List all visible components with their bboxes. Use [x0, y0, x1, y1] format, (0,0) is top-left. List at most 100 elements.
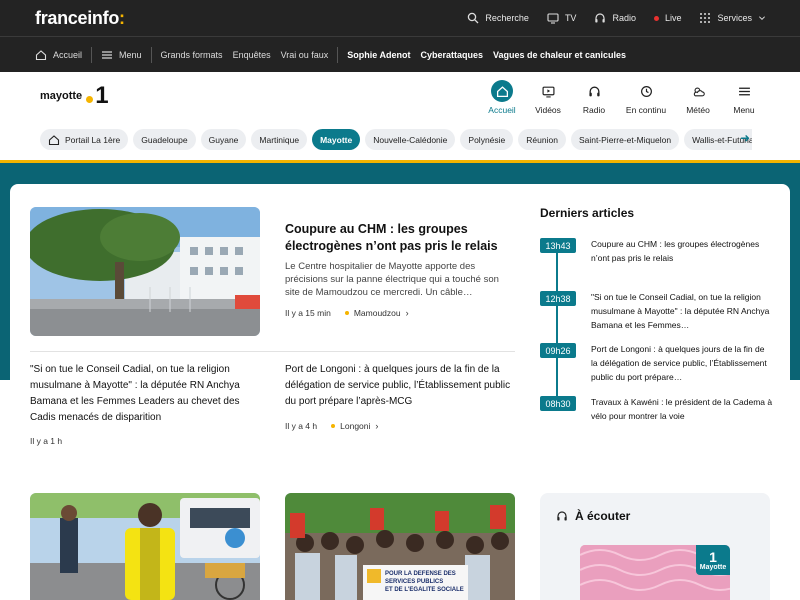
- services-button[interactable]: Services: [699, 12, 766, 24]
- header-nav-label: Accueil: [488, 105, 516, 115]
- article-image-protest[interactable]: POUR LA DEFENSE DES SERVICES PUBLICS ET …: [285, 493, 515, 600]
- mayotte-la-1ere-logo[interactable]: mayotte 1: [40, 84, 109, 108]
- radio-button[interactable]: Radio: [594, 12, 636, 24]
- header-nav-label: Météo: [686, 105, 710, 115]
- region-chips: Portail La 1ère Guadeloupe Guyane Martin…: [40, 129, 752, 151]
- header-nav-accueil[interactable]: Accueil: [486, 80, 518, 115]
- live-dot-icon: [653, 15, 659, 21]
- top-bar: franceinfo: Recherche TV Radio Live Serv…: [0, 0, 800, 36]
- hamburger-icon: [738, 87, 750, 95]
- region-label: Mayotte: [320, 134, 353, 145]
- nav-divider: [91, 46, 93, 63]
- nav-menu-label: Menu: [119, 49, 142, 60]
- region-chip-polynesie[interactable]: Polynésie: [460, 129, 514, 150]
- hamburger-icon: [102, 50, 113, 59]
- article-divider: [30, 351, 515, 352]
- play-icon: [541, 86, 555, 97]
- lead-article-summary: Le Centre hospitalier de Mayotte apporte…: [285, 261, 499, 298]
- article-time: Il y a 15 min: [285, 308, 331, 318]
- nav-link-canicules[interactable]: Vagues de chaleur et canicules: [493, 50, 626, 60]
- header-nav-meteo[interactable]: Météo: [682, 80, 714, 115]
- chevron-right-icon: ›: [375, 421, 379, 431]
- tv-label: TV: [564, 13, 577, 23]
- listen-title: À écouter: [575, 509, 631, 523]
- region-chip-portail[interactable]: Portail La 1ère: [40, 129, 129, 150]
- headphones-icon: [557, 511, 567, 521]
- nav-link-vrai-ou-faux[interactable]: Vrai ou faux: [281, 50, 329, 60]
- mayotte-1-badge: 1 Mayotte: [696, 545, 730, 575]
- region-chip-reunion[interactable]: Réunion: [518, 129, 566, 150]
- lead-article-image[interactable]: [30, 207, 260, 336]
- location-dot-icon: [344, 311, 349, 315]
- chevron-right-icon: ›: [405, 308, 409, 318]
- region-chip-spm[interactable]: Saint-Pierre-et-Miquelon: [570, 129, 680, 150]
- region-chip-martinique[interactable]: Martinique: [251, 129, 308, 150]
- headphones-icon: [595, 13, 606, 23]
- article-image-bike[interactable]: [30, 493, 260, 600]
- top-nav: Recherche TV Radio Live Services: [467, 0, 766, 36]
- home-icon: [496, 85, 508, 97]
- scroll-right-arrow-icon[interactable]: ➜: [740, 131, 750, 145]
- badge-name: Mayotte: [699, 563, 727, 571]
- home-icon: [35, 49, 47, 60]
- latest-time-badge: 09h26: [540, 343, 576, 358]
- region-chip-guadeloupe[interactable]: Guadeloupe: [133, 129, 196, 150]
- nav-link-sophie-adenot[interactable]: Sophie Adenot: [347, 50, 410, 60]
- region-chip-mayotte[interactable]: Mayotte: [312, 129, 361, 150]
- grid-icon: [700, 13, 711, 23]
- nav-link-cyberattaques[interactable]: Cyberattaques: [420, 50, 483, 60]
- nav-link-enquetes[interactable]: Enquêtes: [233, 50, 271, 60]
- header-nav-en-continu[interactable]: En continu: [624, 80, 668, 115]
- region-label: Portail La 1ère: [65, 134, 121, 145]
- header-nav-label: Vidéos: [535, 105, 561, 115]
- franceinfo-logo[interactable]: franceinfo:: [35, 8, 125, 29]
- live-button[interactable]: Live: [653, 13, 681, 23]
- header-nav-videos[interactable]: Vidéos: [532, 80, 564, 115]
- lead-article-title[interactable]: Coupure au CHM : les groupes électrogène…: [285, 221, 510, 255]
- article-title[interactable]: Port de Longoni : à quelques jours de la…: [285, 362, 515, 410]
- region-chip-nouvelle-caledonie[interactable]: Nouvelle-Calédonie: [365, 129, 456, 150]
- article-time: Il y a 4 h: [285, 421, 318, 431]
- latest-article-link[interactable]: "Si on tue le Conseil Cadial, on tue la …: [591, 290, 773, 332]
- article-location[interactable]: Mamoudzou: [354, 308, 401, 318]
- article-location[interactable]: Longoni: [340, 421, 370, 431]
- region-chip-guyane[interactable]: Guyane: [200, 129, 247, 150]
- latest-article-link[interactable]: Coupure au CHM : les groupes électrogène…: [591, 237, 773, 265]
- brand-name: mayotte: [40, 90, 83, 102]
- header-nav-radio[interactable]: Radio: [578, 80, 610, 115]
- brand-dot: [86, 96, 94, 103]
- latest-time-badge: 13h43: [540, 238, 576, 253]
- badge-number: 1: [709, 548, 717, 565]
- lead-article-meta: Il y a 15 min Mamoudzou ›: [285, 308, 409, 318]
- article-meta: Il y a 4 h Longoni ›: [285, 421, 378, 431]
- search-button[interactable]: Recherche: [467, 12, 529, 24]
- tv-button[interactable]: TV: [547, 12, 577, 24]
- nav-link-grands-formats[interactable]: Grands formats: [161, 50, 223, 60]
- header-nav-label: En continu: [625, 105, 667, 115]
- region-label: Saint-Pierre-et-Miquelon: [578, 134, 672, 145]
- latest-articles-title: Derniers articles: [540, 206, 635, 220]
- nav-menu[interactable]: Menu: [101, 49, 142, 61]
- nav-divider: [337, 46, 339, 63]
- headphones-icon: [588, 86, 600, 96]
- nav-home[interactable]: Accueil: [35, 49, 82, 61]
- search-label: Recherche: [485, 13, 529, 23]
- latest-time-badge: 08h30: [540, 396, 576, 411]
- home-icon: [48, 134, 60, 145]
- header-nav-label: Menu: [733, 105, 755, 115]
- region-label: Nouvelle-Calédonie: [373, 134, 448, 145]
- header-nav: Accueil Vidéos Radio En continu Météo Me…: [486, 80, 760, 115]
- article-title[interactable]: "Si on tue le Conseil Cadial, on tue la …: [30, 362, 260, 426]
- section-nav: Accueil Menu Grands formats Enquêtes Vra…: [0, 36, 800, 72]
- location-dot-icon: [331, 424, 336, 428]
- hospital-photo: [30, 207, 260, 336]
- latest-article-link[interactable]: Port de Longoni : à quelques jours de la…: [591, 342, 773, 384]
- protest-sign-line1: POUR LA DEFENSE DES: [385, 571, 456, 577]
- header-nav-menu[interactable]: Menu: [728, 80, 760, 115]
- protest-sign-line2: SERVICES PUBLICS: [385, 579, 443, 585]
- search-icon: [468, 12, 479, 24]
- nav-home-label: Accueil: [53, 49, 83, 60]
- cyclist-photo: [30, 493, 260, 600]
- site-header: mayotte 1 Accueil Vidéos Radio En contin…: [0, 72, 800, 160]
- latest-article-link[interactable]: Travaux à Kawéni : le président de la Ca…: [591, 395, 773, 423]
